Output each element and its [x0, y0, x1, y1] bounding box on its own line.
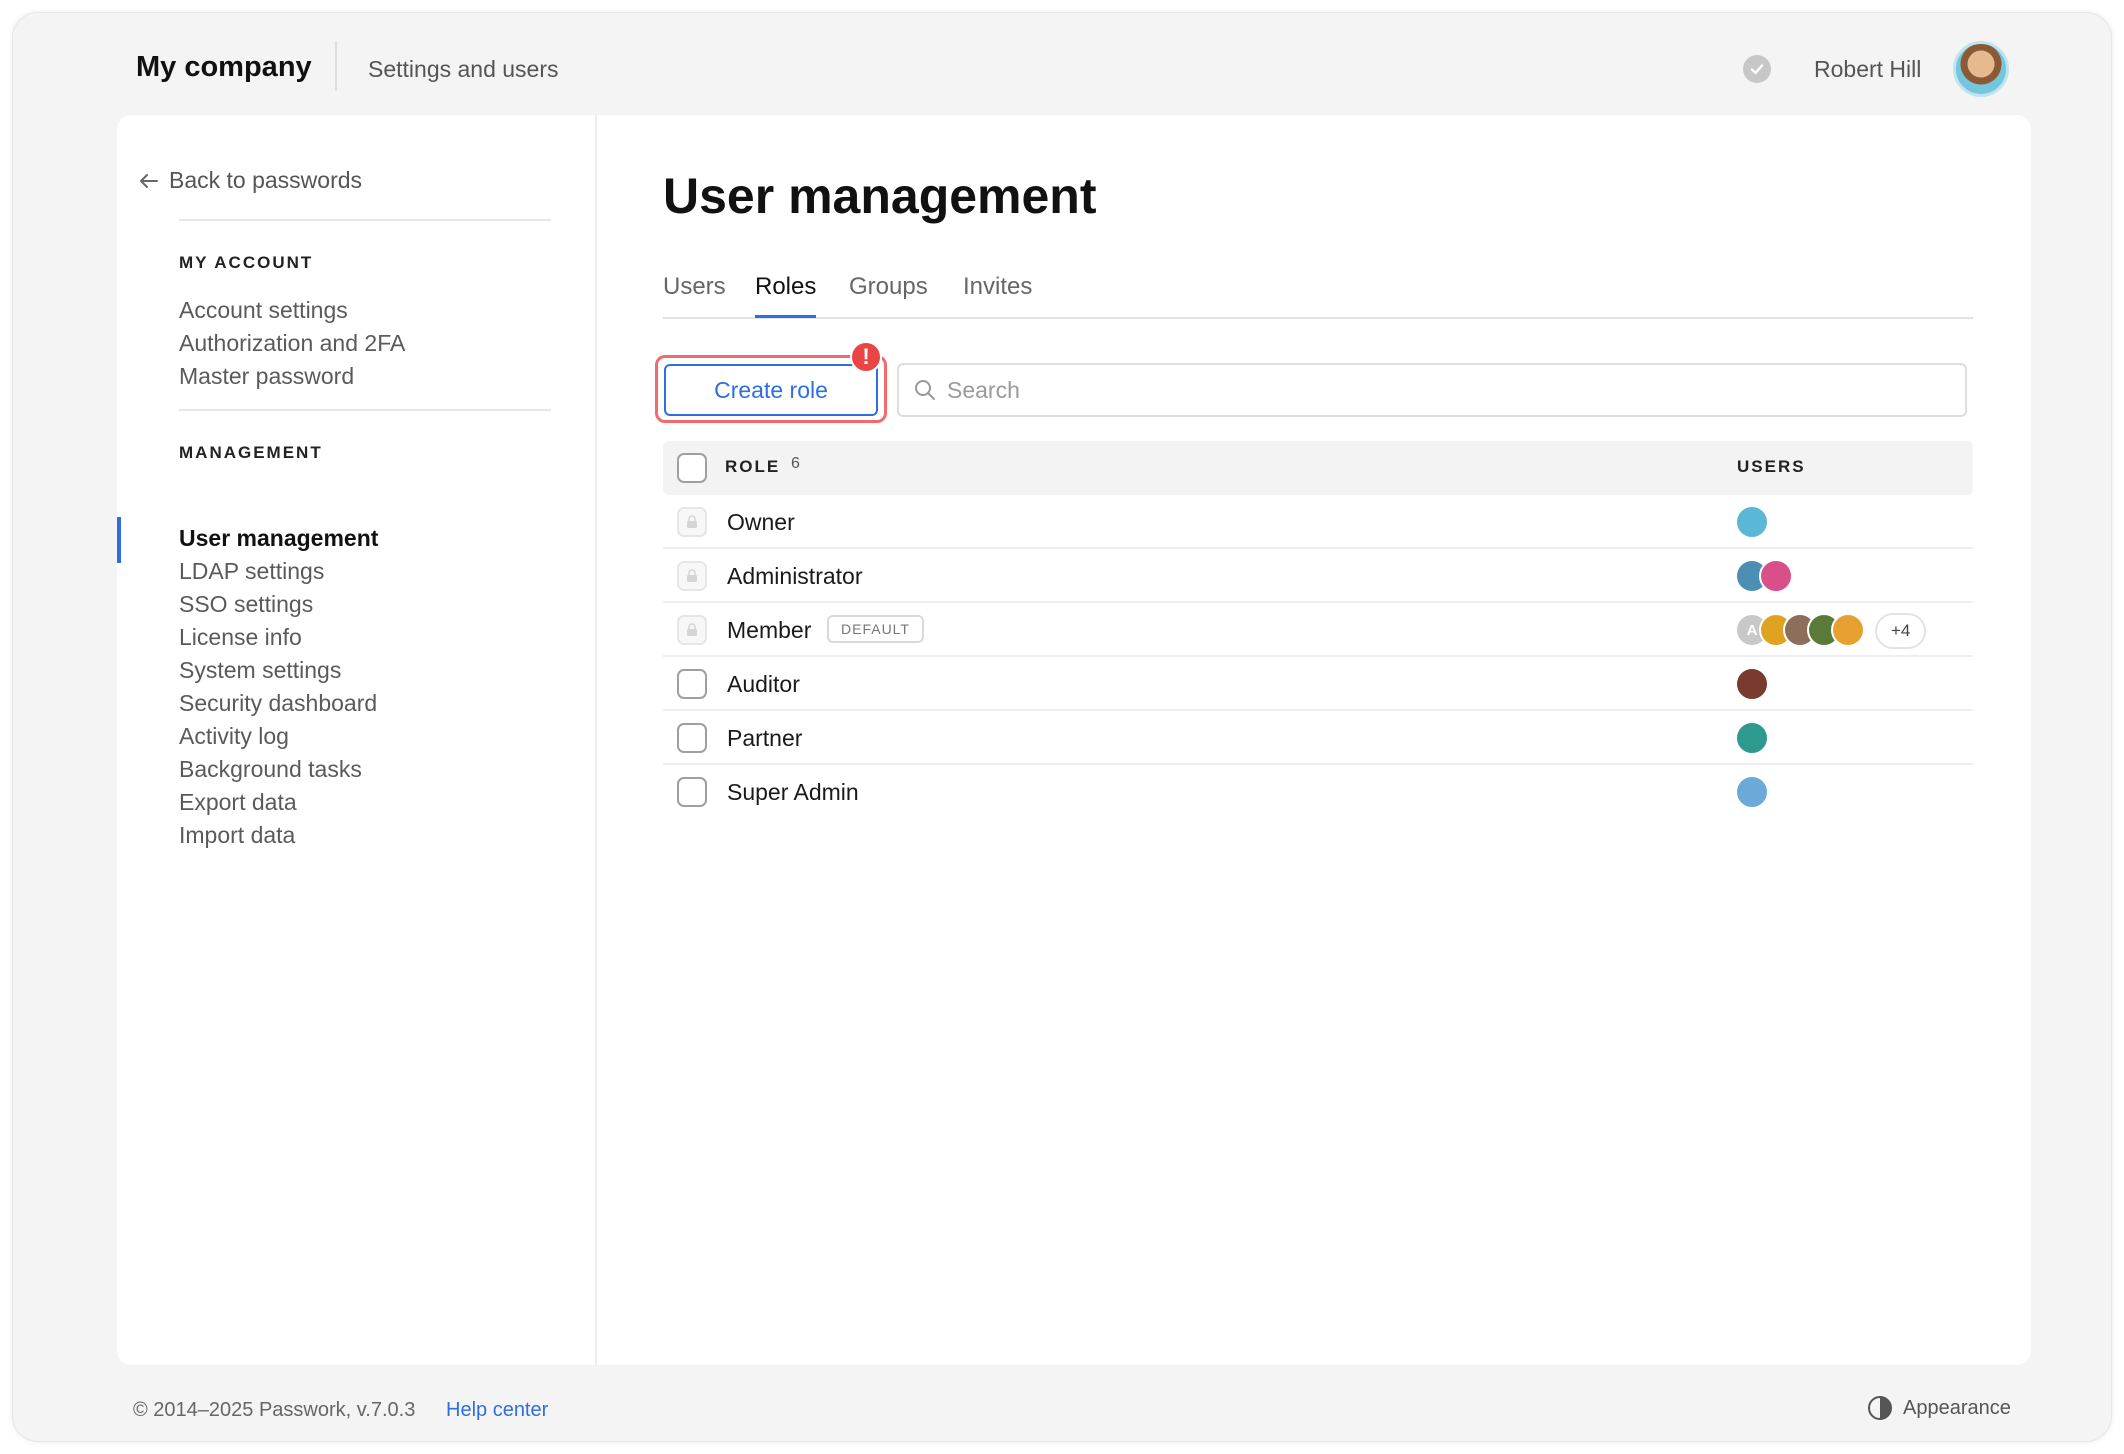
tab-roles[interactable]: Roles [755, 273, 817, 318]
select-all-checkbox[interactable] [677, 453, 707, 483]
avatar [1759, 559, 1793, 593]
sidebar-item-user-management[interactable]: User management [179, 525, 378, 552]
lock-icon [677, 561, 707, 591]
table-header: ROLE 6 USERS [663, 441, 1973, 495]
alert-icon: ! [850, 341, 882, 373]
sidebar-item-license-info[interactable]: License info [179, 624, 302, 651]
table-row[interactable]: Super Admin [663, 765, 1973, 819]
table-row[interactable]: Member DEFAULT A +4 [663, 603, 1973, 657]
footer-copyright: © 2014–2025 Passwork, v.7.0.3 [133, 1399, 416, 1421]
sidebar-item-sso-settings[interactable]: SSO settings [179, 591, 313, 618]
sidebar-item-account-settings[interactable]: Account settings [179, 297, 348, 324]
appearance-label: Appearance [1903, 1396, 2011, 1419]
tab-invites[interactable]: Invites [963, 273, 1032, 315]
page-title: User management [663, 168, 1097, 224]
table-row[interactable]: Owner [663, 495, 1973, 549]
search-icon [915, 380, 935, 400]
row-checkbox[interactable] [677, 777, 707, 807]
management-heading: MANAGEMENT [179, 443, 323, 462]
more-users-pill[interactable]: +4 [1875, 613, 1927, 649]
role-name: Partner [727, 725, 803, 751]
sidebar-item-import-data[interactable]: Import data [179, 822, 295, 849]
row-checkbox[interactable] [677, 669, 707, 699]
sidebar-item-system-settings[interactable]: System settings [179, 657, 341, 684]
role-name: Super Admin [727, 779, 859, 805]
sidebar-divider [179, 409, 551, 411]
app-window: My company Settings and users Robert Hil… [12, 12, 2112, 1442]
user-name[interactable]: Robert Hill [1814, 56, 1921, 83]
tab-users[interactable]: Users [663, 273, 726, 315]
check-circle-icon[interactable] [1743, 55, 1771, 83]
appearance-button[interactable]: Appearance [1867, 1395, 2011, 1421]
lock-icon [677, 507, 707, 537]
sidebar-item-master-password[interactable]: Master password [179, 363, 354, 390]
active-indicator [117, 517, 121, 563]
help-center-link[interactable]: Help center [446, 1399, 548, 1422]
role-name: Administrator [727, 563, 863, 589]
row-checkbox[interactable] [677, 723, 707, 753]
section-title: Settings and users [368, 56, 559, 82]
role-name: Owner [727, 509, 795, 535]
role-name: Member [727, 617, 812, 643]
sidebar-item-export-data[interactable]: Export data [179, 789, 297, 816]
table-row[interactable]: Partner [663, 711, 1973, 765]
arrow-left-icon [140, 173, 158, 188]
tab-bar: Users Roles Groups Invites [663, 267, 1973, 319]
sidebar-divider [179, 219, 551, 221]
lock-icon [677, 615, 707, 645]
sidebar-item-activity-log[interactable]: Activity log [179, 723, 289, 750]
default-badge: DEFAULT [827, 615, 924, 643]
avatar [1831, 613, 1865, 647]
main-card: Back to passwords MY ACCOUNT Account set… [117, 115, 2031, 1365]
table-row[interactable]: Auditor [663, 657, 1973, 711]
avatar [1735, 505, 1769, 539]
column-header-users: USERS [1737, 457, 1806, 476]
my-account-heading: MY ACCOUNT [179, 253, 314, 272]
company-name[interactable]: My company [136, 51, 312, 84]
topbar-divider [335, 41, 337, 91]
sidebar-item-ldap-settings[interactable]: LDAP settings [179, 558, 324, 585]
sidebar-item-security-dashboard[interactable]: Security dashboard [179, 690, 377, 717]
half-circle-contrast-icon [1868, 1396, 1892, 1420]
avatar [1735, 775, 1769, 809]
avatar [1735, 667, 1769, 701]
role-name: Auditor [727, 671, 800, 697]
column-header-role[interactable]: ROLE [725, 457, 780, 477]
sidebar-item-authorization-2fa[interactable]: Authorization and 2FA [179, 330, 405, 357]
search-field[interactable] [897, 363, 1967, 417]
sidebar: Back to passwords MY ACCOUNT Account set… [117, 115, 597, 1365]
create-role-button[interactable]: Create role [664, 364, 878, 416]
sidebar-item-background-tasks[interactable]: Background tasks [179, 756, 362, 783]
back-label: Back to passwords [169, 167, 363, 193]
user-avatar[interactable] [1953, 41, 2009, 97]
back-to-passwords-link[interactable]: Back to passwords [139, 167, 362, 194]
role-count: 6 [791, 455, 800, 472]
tab-groups[interactable]: Groups [849, 273, 928, 315]
search-input[interactable] [947, 376, 1907, 404]
table-row[interactable]: Administrator [663, 549, 1973, 603]
avatar [1735, 721, 1769, 755]
